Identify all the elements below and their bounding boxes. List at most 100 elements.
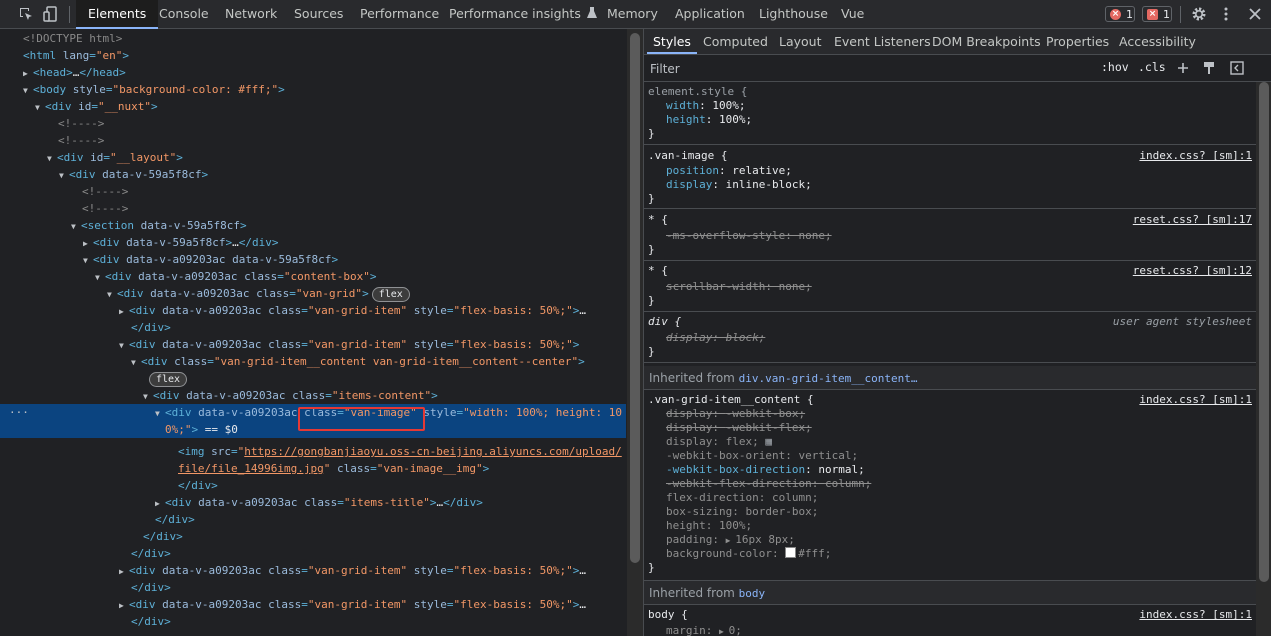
overridden-prop[interactable]: scrollbar-width: none;: [666, 280, 812, 294]
paint-brush-icon[interactable]: [1202, 61, 1216, 75]
prop-value[interactable]: vertical;: [798, 449, 858, 462]
filter-input[interactable]: [648, 58, 1092, 80]
tab-application[interactable]: Application: [675, 0, 745, 28]
prop-value[interactable]: normal;: [818, 463, 864, 476]
issues-badge[interactable]: × 1: [1142, 6, 1172, 22]
collapse-triangle-icon[interactable]: ▼: [47, 150, 57, 167]
tab-lighthouse[interactable]: Lighthouse: [759, 0, 828, 28]
inherited-link[interactable]: body: [739, 587, 766, 600]
tree-node-layout[interactable]: ▼ <div id="__layout">: [0, 149, 626, 166]
tab-event-listeners[interactable]: Event Listeners: [834, 29, 931, 54]
prop-line[interactable]: box-sizing: border-box;: [666, 505, 818, 519]
prop-line[interactable]: padding: ▶ 16px 8px;: [666, 533, 795, 547]
tab-performance-insights[interactable]: Performance insights: [449, 0, 597, 28]
prop-name[interactable]: height: [666, 113, 706, 126]
tree-node-head[interactable]: ▶ <head>…</head>: [0, 64, 626, 81]
tree-node-van-grid-item[interactable]: ▼ <div data-v-a09203ac class="van-grid-it…: [0, 336, 626, 353]
tab-console[interactable]: Console: [159, 0, 209, 28]
prop-name[interactable]: background-color: [666, 547, 772, 560]
collapse-triangle-icon[interactable]: ▼: [119, 337, 129, 354]
tree-node-van-grid-item[interactable]: ▶ <div data-v-a09203ac class="van-grid-it…: [0, 562, 626, 579]
tree-node-close[interactable]: </div>: [0, 545, 626, 562]
prop-name[interactable]: display: [666, 435, 712, 448]
color-swatch[interactable]: [785, 547, 797, 558]
stylesheet-source-link[interactable]: reset.css? [sm]:17: [1133, 213, 1252, 227]
overridden-prop[interactable]: display: block;: [666, 331, 765, 345]
prop-name[interactable]: display: [666, 407, 712, 420]
prop-value[interactable]: column;: [825, 477, 871, 490]
flex-badge[interactable]: flex: [149, 372, 188, 387]
expand-triangle-icon[interactable]: ▶: [155, 495, 165, 512]
prop-line[interactable]: display: -webkit-box;: [666, 407, 805, 421]
tree-node-van-grid-item[interactable]: ▶ <div data-v-a09203ac class="van-grid-it…: [0, 596, 626, 613]
collapse-triangle-icon[interactable]: ▼: [155, 405, 165, 422]
expand-triangle-icon[interactable]: ▶: [119, 597, 129, 614]
more-options-icon[interactable]: [1218, 6, 1234, 22]
expand-triangle-icon[interactable]: ▶: [119, 303, 129, 320]
prop-value[interactable]: relative;: [732, 164, 792, 177]
tree-node-items-title[interactable]: ▶ <div data-v-a09203ac class="items-title…: [0, 494, 626, 511]
prop-value[interactable]: -webkit-box;: [726, 407, 805, 420]
rule-reset-12[interactable]: * { reset.css? [sm]:12 scrollbar-width: …: [644, 261, 1256, 312]
rule-body[interactable]: body { index.css? [sm]:1 margin: ▶ 0;: [644, 605, 1256, 636]
collapse-triangle-icon[interactable]: ▼: [23, 82, 33, 99]
tree-node-close[interactable]: </div>: [0, 319, 626, 336]
flex-badge[interactable]: flex: [371, 287, 410, 302]
tab-memory[interactable]: Memory: [607, 0, 658, 28]
tree-node-div[interactable]: ▶ <div data-v-59a5f8cf>…</div>: [0, 234, 626, 251]
cls-toggle[interactable]: .cls: [1138, 60, 1166, 74]
collapse-triangle-icon[interactable]: ▼: [95, 269, 105, 286]
rule-reset-17[interactable]: * { reset.css? [sm]:17 -ms-overflow-styl…: [644, 210, 1256, 261]
prop-value[interactable]: column;: [772, 491, 818, 504]
prop-name[interactable]: display: [666, 421, 712, 434]
prop-value[interactable]: 100%;: [712, 99, 745, 112]
prop-name[interactable]: -webkit-box-direction: [666, 463, 805, 476]
stylesheet-source-link[interactable]: index.css? [sm]:1: [1139, 393, 1252, 407]
rule-element-style[interactable]: element.style { width: 100%; height: 100…: [644, 83, 1256, 145]
tree-node-close[interactable]: </div>: [0, 579, 626, 596]
flexbox-editor-icon[interactable]: ▦: [759, 435, 772, 448]
prop-name[interactable]: margin: [666, 624, 706, 636]
tree-node-img[interactable]: <img src="https://gongbanjiaoyu.oss-cn-b…: [0, 443, 626, 460]
prop-line[interactable]: height: 100%;: [666, 519, 752, 533]
collapse-triangle-icon[interactable]: ▼: [143, 388, 153, 405]
prop-value[interactable]: inline-block;: [726, 178, 812, 191]
tab-accessibility[interactable]: Accessibility: [1119, 29, 1196, 54]
scrollbar-thumb[interactable]: [630, 33, 640, 563]
tree-node-content-box[interactable]: ▼ <div data-v-a09203ac class="content-box…: [0, 268, 626, 285]
tree-node-van-grid-item[interactable]: ▶ <div data-v-a09203ac class="van-grid-it…: [0, 302, 626, 319]
close-icon[interactable]: [1247, 6, 1263, 22]
tree-node-doctype[interactable]: <!DOCTYPE html>: [0, 30, 626, 47]
prop-line[interactable]: -webkit-flex-direction: column;: [666, 477, 871, 491]
prop-value[interactable]: 100%;: [719, 113, 752, 126]
tree-node-html[interactable]: <html lang="en">: [0, 47, 626, 64]
collapse-triangle-icon[interactable]: ▼: [83, 252, 93, 269]
tab-layout[interactable]: Layout: [779, 29, 822, 54]
tree-node-comment[interactable]: <!---->: [0, 200, 626, 217]
prop-name[interactable]: -webkit-flex-direction: [666, 477, 812, 490]
collapse-triangle-icon[interactable]: ▼: [131, 354, 141, 371]
tree-node-grid-item-content[interactable]: ▼ <div class="van-grid-item__content van-…: [0, 353, 626, 370]
elements-scrollbar[interactable]: [627, 29, 643, 636]
collapse-triangle-icon[interactable]: ▼: [59, 167, 69, 184]
prop-value[interactable]: 0;: [729, 624, 742, 636]
prop-value[interactable]: 100%;: [719, 519, 752, 532]
expand-triangle-icon[interactable]: ▶: [83, 235, 93, 252]
tab-elements[interactable]: Elements: [76, 0, 159, 29]
tab-properties[interactable]: Properties: [1046, 29, 1109, 54]
prop-name[interactable]: width: [666, 99, 699, 112]
tree-node-comment[interactable]: <!---->: [0, 183, 626, 200]
stylesheet-source-link[interactable]: index.css? [sm]:1: [1139, 149, 1252, 163]
prop-line[interactable]: flex-direction: column;: [666, 491, 818, 505]
tab-styles[interactable]: Styles: [647, 29, 697, 54]
tab-sources[interactable]: Sources: [294, 0, 343, 28]
styles-scrollbar[interactable]: [1256, 82, 1271, 636]
tree-node-section[interactable]: ▼ <section data-v-59a5f8cf>: [0, 217, 626, 234]
img-src-link[interactable]: https://gongbanjiaoyu.oss-cn-beijing.ali…: [244, 445, 622, 458]
tab-performance[interactable]: Performance: [360, 0, 439, 28]
rule-div-user-agent[interactable]: div { user agent stylesheet display: blo…: [644, 312, 1256, 363]
device-toolbar-icon[interactable]: [43, 6, 59, 22]
rule-van-image[interactable]: .van-image { index.css? [sm]:1 position:…: [644, 146, 1256, 209]
inherited-link[interactable]: div.van-grid-item__content…: [739, 372, 918, 385]
prop-line[interactable]: margin: ▶ 0;: [666, 624, 742, 636]
